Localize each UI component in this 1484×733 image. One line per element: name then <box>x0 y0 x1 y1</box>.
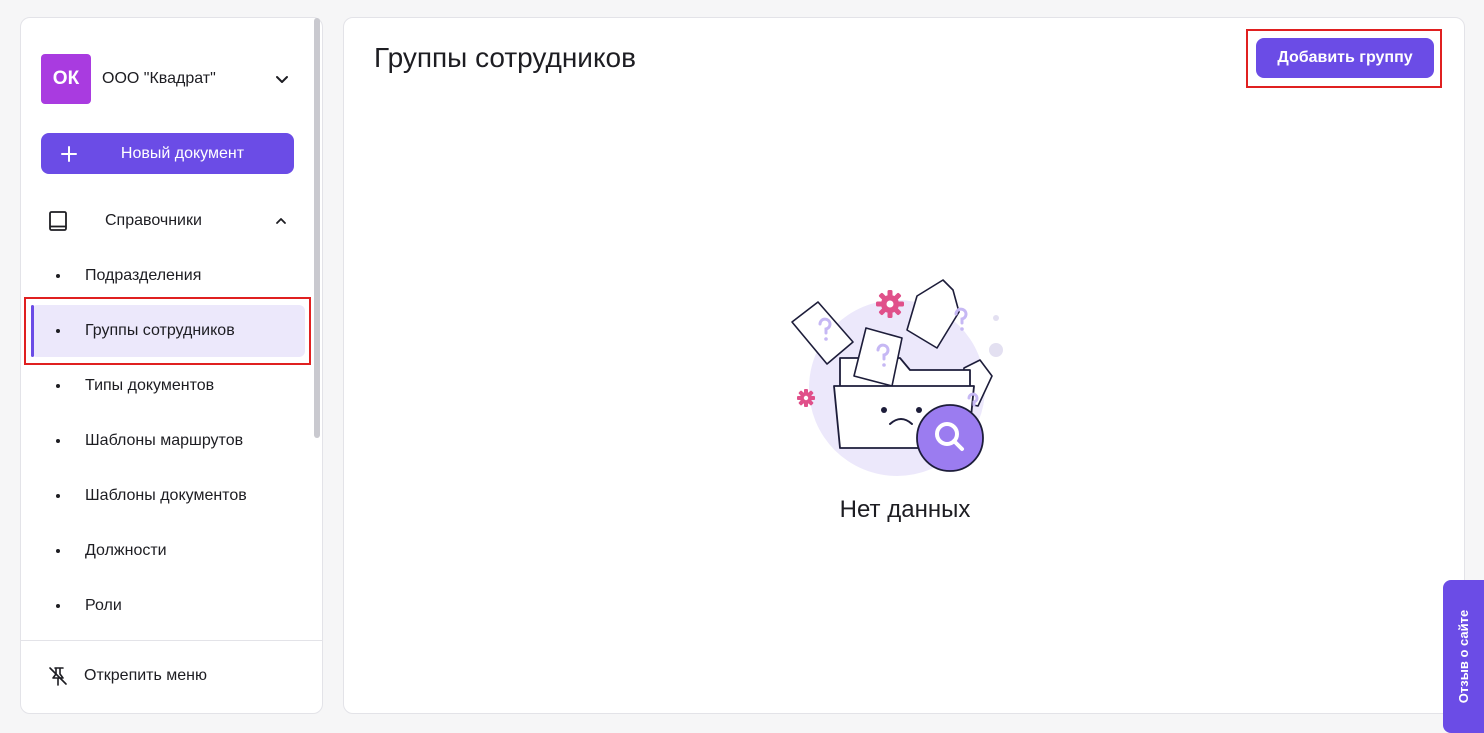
org-avatar: ОК <box>41 54 91 104</box>
search-icon <box>916 404 984 472</box>
organization-switcher[interactable]: ОК ООО "Квадрат" <box>41 54 291 104</box>
bullet <box>56 384 60 388</box>
sidebar-item-positions[interactable]: Должности <box>31 525 305 577</box>
sidebar-item-label: Шаблоны маршрутов <box>85 432 244 449</box>
empty-state-illustration <box>791 279 1003 476</box>
sidebar-scrollbar[interactable] <box>314 18 320 438</box>
chevron-down-icon <box>276 76 288 83</box>
page-title: Группы сотрудников <box>374 42 636 73</box>
sidebar-item-document-templates[interactable]: Шаблоны документов <box>31 470 305 522</box>
plus-icon <box>41 145 97 163</box>
book-icon <box>41 210 83 232</box>
bullet <box>56 439 60 443</box>
main-content: Группы сотрудников Добавить группу Нет д… <box>343 17 1465 714</box>
sidebar-item-employee-groups[interactable]: Группы сотрудников <box>31 305 305 357</box>
empty-state-text: Нет данных <box>839 496 971 523</box>
sidebar-item-label: Типы документов <box>85 377 215 394</box>
sidebar-item-roles[interactable]: Роли <box>31 580 305 632</box>
sidebar-item-label: Роли <box>85 597 122 614</box>
add-group-button[interactable]: Добавить группу <box>1256 38 1434 78</box>
org-name: ООО "Квадрат" <box>102 70 216 87</box>
pin-off-icon <box>41 665 73 687</box>
sidebar-item-departments[interactable]: Подразделения <box>31 250 305 302</box>
feedback-tab[interactable]: Отзыв о сайте <box>1443 580 1484 733</box>
feedback-label: Отзыв о сайте <box>1456 609 1471 704</box>
sidebar: ОК ООО "Квадрат" Новый документ Справочн… <box>20 17 323 714</box>
bullet <box>56 329 60 333</box>
new-document-label: Новый документ <box>120 144 245 162</box>
bullet <box>56 494 60 498</box>
sidebar-item-document-types[interactable]: Типы документов <box>31 360 305 412</box>
gear-icon <box>876 290 904 318</box>
sidebar-item-label: Группы сотрудников <box>85 322 235 339</box>
sidebar-item-label: Подразделения <box>85 267 202 284</box>
divider <box>21 640 322 641</box>
sidebar-section-label: Справочники <box>105 212 202 229</box>
sidebar-item-label: Шаблоны документов <box>85 487 247 504</box>
bullet <box>56 604 60 608</box>
gear-icon <box>797 389 815 407</box>
unpin-menu-label: Открепить меню <box>84 667 208 684</box>
chevron-up-icon <box>276 218 286 224</box>
sidebar-item-label: Должности <box>85 542 167 559</box>
unpin-menu-button[interactable]: Открепить меню <box>41 658 291 694</box>
sidebar-item-route-templates[interactable]: Шаблоны маршрутов <box>31 415 305 467</box>
bullet <box>56 274 60 278</box>
new-document-button[interactable]: Новый документ <box>41 133 294 174</box>
sidebar-section-references[interactable]: Справочники <box>41 204 294 238</box>
bullet <box>56 549 60 553</box>
